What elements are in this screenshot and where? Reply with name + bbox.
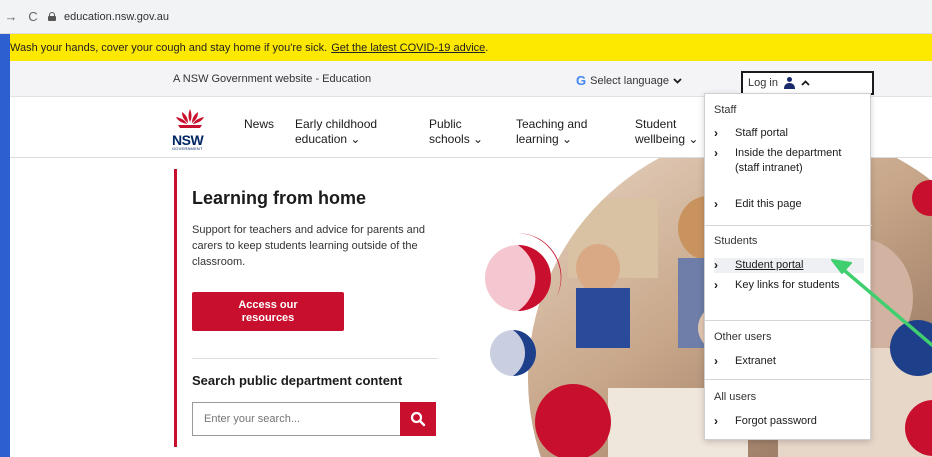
search-heading: Search public department content (192, 373, 403, 388)
chevron-down-icon (673, 77, 682, 84)
hero-accent-border (174, 169, 177, 447)
staff-heading: Staff (714, 104, 737, 116)
nav-news-label: News (244, 117, 275, 131)
nav-public-schools-line2: schools ⌄ (429, 132, 484, 146)
menu-divider (705, 320, 872, 321)
nav-teaching-learning[interactable]: Teaching and learning ⌄ (516, 117, 587, 147)
forgot-password-link[interactable]: › Forgot password (714, 414, 864, 429)
nav-public-schools-line1: Public (429, 117, 462, 131)
nav-early-childhood-line2: education ⌄ (295, 132, 361, 146)
chevron-right-icon: › (714, 354, 718, 368)
key-links-link[interactable]: › Key links for students (714, 278, 864, 293)
alert-text: Wash your hands, cover your cough and st… (10, 41, 328, 54)
browser-toolbar: → C education.nsw.gov.au (0, 0, 932, 34)
chevron-right-icon: › (714, 414, 718, 428)
login-label: Log in (748, 77, 778, 89)
chevron-right-icon: › (714, 278, 718, 292)
nav-public-schools[interactable]: Public schools ⌄ (429, 117, 483, 147)
google-translate-icon: G (576, 73, 587, 88)
edit-page-link[interactable]: › Edit this page (714, 197, 864, 212)
select-language-label: Select language (590, 74, 670, 87)
back-arrow-icon[interactable]: → (4, 9, 18, 24)
reload-icon[interactable]: C (26, 9, 40, 24)
nav-teaching-line1: Teaching and (516, 117, 588, 131)
nav-news[interactable]: News (244, 117, 274, 132)
user-icon (783, 77, 795, 89)
lock-icon (48, 12, 56, 21)
student-portal-link[interactable]: › Student portal (714, 258, 864, 273)
covid-alert-banner: Wash your hands, cover your cough and st… (10, 34, 932, 61)
chevron-right-icon: › (714, 258, 718, 272)
search-button[interactable] (400, 402, 436, 436)
login-button[interactable]: Log in (741, 71, 874, 95)
chevron-up-icon (801, 80, 810, 86)
gov-site-title: A NSW Government website - Education (173, 73, 372, 85)
student-portal-label: Student portal (735, 259, 804, 271)
hero-title: Learning from home (192, 188, 367, 208)
hero-description: Support for teachers and advice for pare… (192, 224, 425, 268)
nsw-logo[interactable]: NSW GOVERNMENT (172, 107, 212, 151)
address-bar-url[interactable]: education.nsw.gov.au (64, 11, 169, 23)
search-input[interactable] (192, 402, 400, 436)
nav-wellbeing-line1: Student (635, 117, 677, 131)
select-language-button[interactable]: G Select language (576, 73, 682, 88)
staff-portal-label: Staff portal (735, 127, 788, 139)
chevron-right-icon: › (714, 146, 718, 160)
waratah-icon (176, 109, 204, 128)
inside-department-label: Inside the department (staff intranet) (735, 147, 842, 174)
covid-advice-link[interactable]: Get the latest COVID-19 advice (331, 42, 485, 54)
nav-early-childhood-line1: Early childhood (295, 117, 378, 131)
forgot-password-label: Forgot password (735, 415, 817, 427)
access-resources-button[interactable]: Access our resources (192, 292, 344, 331)
hero-divider (192, 358, 438, 359)
nav-student-wellbeing[interactable]: Student wellbeing ⌄ (635, 117, 698, 147)
edit-page-label: Edit this page (735, 198, 802, 210)
logo-subtext: GOVERNMENT (172, 146, 203, 151)
menu-divider (705, 225, 872, 226)
staff-portal-link[interactable]: › Staff portal (714, 126, 864, 141)
government-bar: A NSW Government website - Education G S… (10, 61, 932, 97)
students-heading: Students (714, 235, 758, 247)
alert-suffix: . (485, 41, 489, 54)
chevron-right-icon: › (714, 126, 718, 140)
nav-wellbeing-line2: wellbeing ⌄ (635, 132, 699, 146)
other-users-heading: Other users (714, 331, 772, 343)
chevron-right-icon: › (714, 197, 718, 211)
extranet-link[interactable]: › Extranet (714, 354, 864, 369)
logo-wordmark: NSW (172, 132, 204, 148)
search-icon (410, 411, 426, 427)
all-users-heading: All users (714, 391, 757, 403)
inside-department-link[interactable]: › Inside the department (staff intranet) (714, 146, 864, 176)
menu-divider (705, 379, 872, 380)
login-dropdown-menu: Staff › Staff portal › Inside the depart… (704, 93, 872, 440)
extranet-label: Extranet (735, 355, 776, 367)
key-links-label: Key links for students (735, 279, 840, 291)
nav-early-childhood[interactable]: Early childhood education ⌄ (295, 117, 377, 147)
nav-teaching-line2: learning ⌄ (516, 132, 573, 146)
